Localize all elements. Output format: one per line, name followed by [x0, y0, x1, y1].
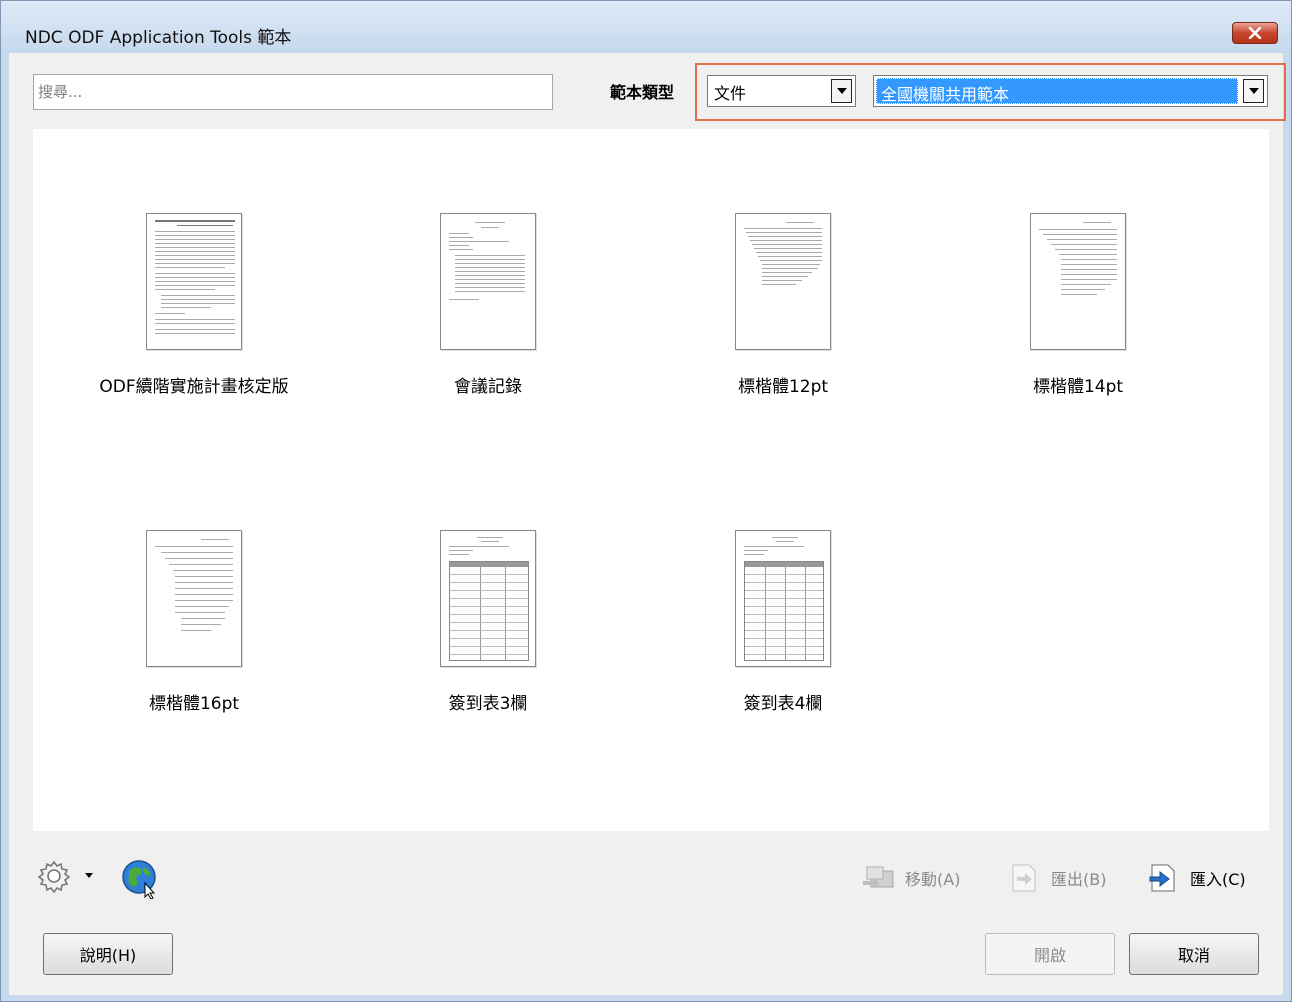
template-item[interactable]: 簽到表3欄 — [393, 530, 583, 717]
cancel-button[interactable]: 取消 — [1129, 933, 1259, 975]
export-icon — [1012, 864, 1036, 892]
document-thumbnail — [1030, 213, 1126, 350]
import-label: 匯入(C) — [1190, 870, 1246, 889]
import-icon — [1149, 864, 1175, 892]
template-item[interactable]: 標楷體14pt — [983, 213, 1173, 400]
open-button[interactable]: 開啟 — [985, 933, 1115, 975]
template-label: 標楷體14pt — [1032, 377, 1124, 397]
template-label: 標楷體12pt — [737, 377, 829, 397]
search-input[interactable] — [33, 74, 553, 110]
template-item[interactable]: ODF續階實施計畫核定版 — [99, 213, 289, 400]
title-bar: NDC ODF Application Tools 範本 — [1, 1, 1291, 53]
document-thumbnail — [735, 530, 831, 667]
export-action[interactable]: 匯出(B) — [1007, 863, 1106, 893]
template-item[interactable]: 標楷體16pt — [99, 530, 289, 717]
template-category-value: 全國機關共用範本 — [876, 78, 1238, 104]
template-item[interactable]: 標楷體12pt — [688, 213, 878, 400]
template-type-label: 範本類型 — [610, 83, 675, 102]
gear-icon[interactable] — [37, 859, 71, 893]
template-label: 簽到表3欄 — [448, 694, 528, 714]
chevron-down-icon[interactable] — [85, 873, 93, 878]
document-thumbnail — [146, 213, 242, 350]
template-dialog: NDC ODF Application Tools 範本 範本類型 文件 全國機… — [0, 0, 1292, 1002]
document-thumbnail — [146, 530, 242, 667]
window-title: NDC ODF Application Tools 範本 — [25, 28, 292, 48]
template-label: ODF續階實施計畫核定版 — [99, 377, 289, 397]
move-action[interactable]: 移動(A) — [861, 863, 960, 893]
close-icon — [1248, 27, 1262, 39]
template-view: ODF續階實施計畫核定版 會議記錄 標楷體12pt 標楷體14pt 標楷體16p… — [33, 129, 1269, 831]
close-button[interactable] — [1232, 22, 1278, 44]
template-label: 會議記錄 — [454, 377, 522, 397]
chevron-down-icon[interactable] — [831, 79, 852, 103]
document-thumbnail — [440, 530, 536, 667]
template-item[interactable]: 簽到表4欄 — [688, 530, 878, 717]
dialog-body: 範本類型 文件 全國機關共用範本 — [9, 53, 1286, 995]
template-category-select[interactable]: 全國機關共用範本 — [873, 75, 1268, 107]
document-thumbnail — [440, 213, 536, 350]
move-icon — [863, 866, 894, 889]
template-type-value: 文件 — [714, 84, 747, 103]
help-button[interactable]: 說明(H) — [43, 933, 173, 975]
move-label: 移動(A) — [905, 870, 961, 889]
template-type-select[interactable]: 文件 — [707, 75, 856, 107]
template-label: 簽到表4欄 — [743, 694, 823, 714]
template-label: 標楷體16pt — [148, 694, 240, 714]
globe-icon[interactable] — [121, 859, 161, 899]
chevron-down-icon[interactable] — [1243, 79, 1264, 103]
import-action[interactable]: 匯入(C) — [1146, 863, 1246, 893]
export-label: 匯出(B) — [1051, 870, 1107, 889]
template-item[interactable]: 會議記錄 — [393, 213, 583, 400]
document-thumbnail — [735, 213, 831, 350]
